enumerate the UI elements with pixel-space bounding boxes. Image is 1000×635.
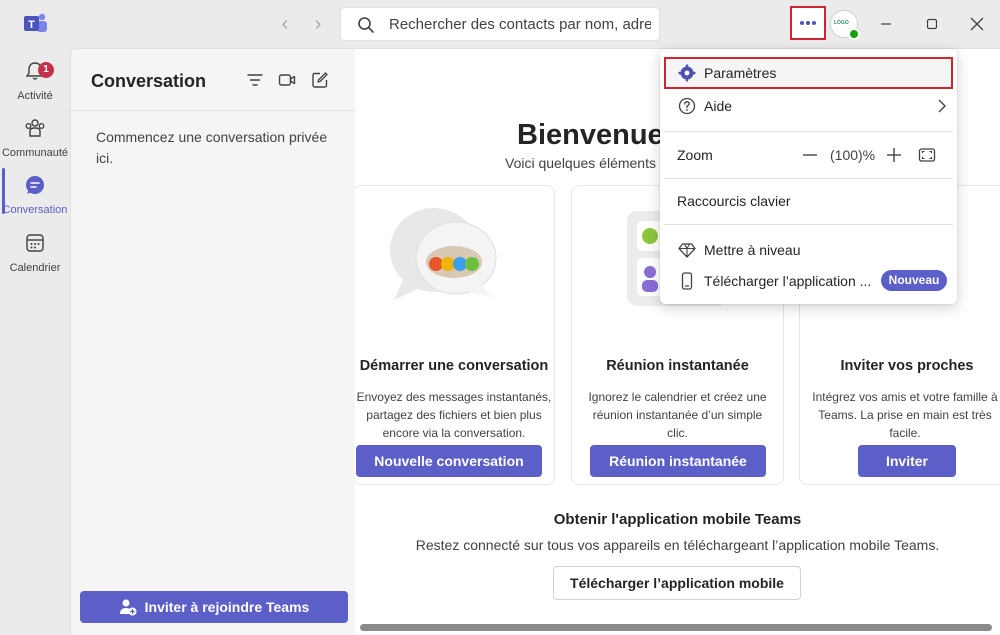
welcome-subtitle: Voici quelques éléments (505, 155, 656, 171)
zoom-in-icon[interactable] (886, 147, 902, 163)
page-title: Conversation (91, 71, 207, 91)
invite-to-teams-button[interactable]: Inviter à rejoindre Teams (80, 591, 348, 623)
menu-item-zoom: Zoom (100)% (664, 139, 953, 171)
menu-divider (664, 224, 953, 225)
menu-item-label: Aide (704, 98, 733, 114)
rail-item-community[interactable]: Communauté (0, 113, 70, 167)
compose-icon[interactable] (311, 71, 329, 89)
gear-icon (678, 64, 696, 82)
menu-item-help[interactable]: Aide (664, 90, 953, 122)
app-rail: 1 Activité Communauté Conversation Calen… (0, 48, 70, 635)
invite-button[interactable]: Inviter (858, 445, 956, 477)
card-description: Intégrez vos amis et votre famille à Tea… (812, 390, 998, 440)
menu-item-download-app[interactable]: Télécharger l’application ... Nouveau (664, 265, 953, 297)
empty-conversation-text: Commencez une conversation privée ici. (96, 129, 328, 166)
chevron-right-icon (938, 99, 946, 113)
close-icon[interactable] (965, 12, 989, 36)
search-input[interactable] (389, 8, 651, 40)
horizontal-scrollbar[interactable] (360, 624, 992, 631)
fullscreen-icon[interactable] (918, 146, 936, 164)
menu-item-upgrade[interactable]: Mettre à niveau (664, 234, 953, 266)
rail-item-label: Communauté (1, 147, 69, 159)
video-icon[interactable] (278, 71, 296, 89)
menu-divider (664, 131, 953, 132)
svg-text:T: T (28, 19, 35, 31)
title-bar: T ‹ › LOGO (0, 0, 1000, 48)
rail-item-label: Conversation (2, 204, 68, 216)
mobile-app-title: Obtenir l'application mobile Teams (553, 511, 802, 528)
card-title: Réunion instantanée (606, 358, 749, 374)
rail-item-label: Activité (17, 90, 53, 102)
rail-item-activity[interactable]: 1 Activité (0, 56, 70, 110)
menu-item-label: Raccourcis clavier (677, 193, 791, 209)
community-icon (25, 119, 45, 137)
menu-divider (664, 178, 953, 179)
presence-status-icon (848, 28, 860, 40)
menu-item-label: Mettre à niveau (704, 242, 801, 258)
search-box[interactable] (340, 7, 660, 41)
card-description: Envoyez des messages instantanés, partag… (356, 390, 552, 440)
zoom-out-icon[interactable] (802, 147, 818, 163)
phone-icon (681, 272, 693, 290)
download-mobile-app-button[interactable]: Télécharger l’application mobile (553, 566, 801, 600)
chat-bubbles-illustration-icon (390, 208, 497, 300)
menu-item-label: Télécharger l’application ... (704, 273, 872, 289)
add-person-icon (119, 599, 137, 616)
card-description: Ignorez le calendrier et créez une réuni… (588, 390, 767, 440)
instant-meeting-button[interactable]: Réunion instantanée (590, 445, 766, 477)
rail-item-calendar[interactable]: Calendrier (0, 228, 70, 282)
help-icon (678, 97, 696, 115)
card-title: Inviter vos proches (840, 358, 974, 374)
calendar-icon (26, 234, 44, 252)
filter-icon[interactable] (246, 71, 264, 89)
welcome-title: Bienvenue (517, 119, 664, 151)
rail-item-conversation[interactable]: Conversation (0, 170, 70, 224)
maximize-icon[interactable] (920, 12, 944, 36)
search-icon (358, 17, 374, 33)
menu-item-settings[interactable]: Paramètres (664, 57, 953, 89)
conversation-header: Conversation (71, 49, 356, 111)
rail-item-label: Calendrier (9, 262, 61, 274)
card-title: Démarrer une conversation (359, 358, 549, 374)
avatar-text: LOGO (834, 20, 849, 26)
more-options-button[interactable] (790, 6, 826, 40)
chat-icon (26, 176, 44, 194)
more-options-menu: Paramètres Aide Zoom (100)% Raccourcis c… (660, 49, 957, 304)
menu-item-label: Zoom (677, 147, 713, 163)
zoom-level: (100)% (830, 147, 876, 163)
chevron-left-icon[interactable]: ‹ (275, 14, 295, 34)
new-conversation-button[interactable]: Nouvelle conversation (356, 445, 542, 477)
card-start-conversation: Démarrer une conversation Envoyez des me… (355, 185, 555, 485)
menu-item-keyboard-shortcuts[interactable]: Raccourcis clavier (664, 185, 953, 217)
activity-badge: 1 (38, 62, 54, 78)
conversation-panel: Conversation Commencez une conversation … (70, 48, 356, 635)
more-horizontal-icon (800, 21, 816, 25)
diamond-icon (678, 243, 696, 258)
mobile-app-description: Restez connecté sur tous vos appareils e… (415, 537, 940, 553)
menu-item-label: Paramètres (704, 65, 777, 81)
chevron-right-icon[interactable]: › (308, 14, 328, 34)
teams-logo-icon: T (24, 13, 47, 32)
new-badge: Nouveau (881, 270, 947, 291)
invite-button-label: Inviter à rejoindre Teams (144, 599, 310, 615)
minimize-icon[interactable] (874, 12, 898, 36)
